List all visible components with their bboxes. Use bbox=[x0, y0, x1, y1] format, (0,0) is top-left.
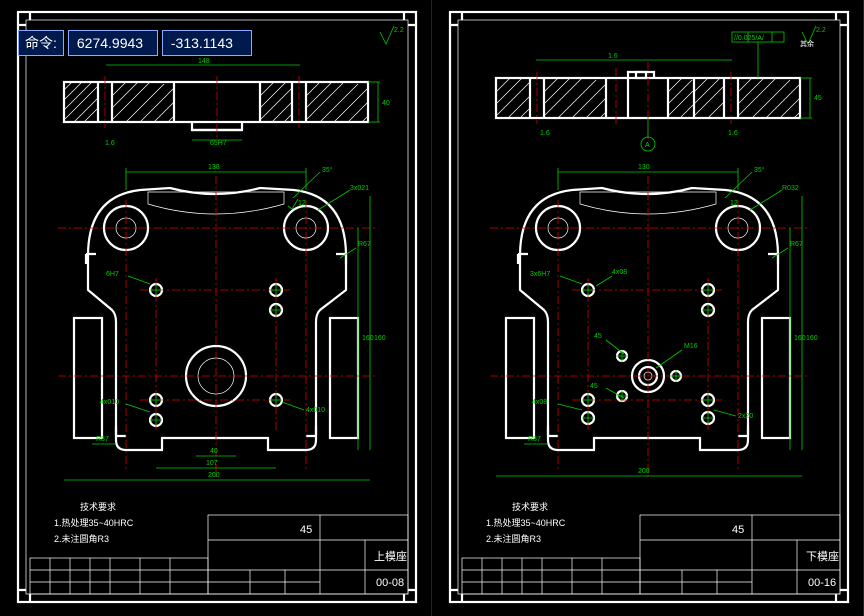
svg-text:1.6: 1.6 bbox=[608, 53, 618, 60]
svg-text:12: 12 bbox=[730, 200, 738, 207]
dim-40: 40 bbox=[210, 448, 218, 455]
tb-material: 45 bbox=[300, 524, 312, 536]
dim-hole: 3x021 bbox=[350, 185, 369, 192]
dim-s1: 1.6 bbox=[105, 140, 115, 147]
sf-1: 12 bbox=[298, 200, 306, 207]
dim-200r: 200 bbox=[638, 468, 650, 475]
sheet-upper-die-base: 40 2.2 1.6 148 65H7 bbox=[0, 0, 432, 616]
drawing-sheets: 40 2.2 1.6 148 65H7 bbox=[0, 0, 864, 616]
tb-partname: 上模座 bbox=[374, 549, 407, 563]
notes-head: 技术要求 bbox=[80, 501, 116, 512]
cmd-label: 命令: bbox=[18, 30, 64, 56]
tb-partcode-r: 00-16 bbox=[808, 577, 836, 589]
dim-2x20: 2x20 bbox=[738, 413, 753, 420]
dim-r67: R67 bbox=[358, 241, 371, 248]
dim-top-w: 148 bbox=[198, 58, 210, 65]
notes-head-r: 技术要求 bbox=[512, 501, 548, 512]
dim-3xh7: 3x6H7 bbox=[530, 271, 550, 278]
dim-r032: R032 bbox=[782, 185, 799, 192]
sf-right: 2.2 bbox=[816, 27, 826, 34]
note2: 2.未注圆角R3 bbox=[54, 533, 109, 544]
dim-section-h: 40 bbox=[382, 100, 390, 107]
coord-y-input[interactable] bbox=[162, 30, 252, 56]
dim-top-b: 65H7 bbox=[210, 140, 227, 147]
dim-h: 160 bbox=[374, 335, 386, 342]
tb-material-r: 45 bbox=[732, 524, 744, 536]
sf-a: 1.6 bbox=[540, 130, 550, 137]
tb-partcode: 00-08 bbox=[376, 577, 404, 589]
left-drawing: 40 2.2 1.6 148 65H7 bbox=[0, 0, 432, 616]
note-qita: 其余 bbox=[800, 39, 814, 48]
dim-4x08b: 4x08 bbox=[612, 269, 627, 276]
dim-r87: R87 bbox=[96, 436, 109, 443]
dim-200: 200 bbox=[208, 472, 220, 479]
coord-x-input[interactable] bbox=[68, 30, 158, 56]
dim-plan-w: 138 bbox=[208, 164, 220, 171]
right-drawing: 45 //0.025/A/ 2.2 其余 A 1.6 1.6 1.6 bbox=[432, 0, 864, 616]
tech-notes: 技术要求 1.热处理35~40HRC 2.未注圆角R3 bbox=[54, 501, 134, 544]
dim-107: 107 bbox=[206, 460, 218, 467]
note2-r: 2.未注圆角R3 bbox=[486, 533, 541, 544]
tech-notes: 技术要求 1.热处理35~40HRC 2.未注圆角R3 bbox=[486, 501, 566, 544]
tb-partname-r: 下模座 bbox=[806, 549, 839, 563]
dim-r67r: R67 bbox=[790, 241, 803, 248]
dim-w: 130 bbox=[638, 164, 650, 171]
section-view: 45 //0.025/A/ 2.2 其余 A 1.6 1.6 1.6 bbox=[496, 26, 826, 151]
dim-r87r: R87 bbox=[528, 436, 541, 443]
dim-45: 45 bbox=[594, 333, 602, 340]
dim-hr: 160 bbox=[806, 335, 818, 342]
gd-t: //0.025/A/ bbox=[734, 35, 764, 42]
svg-text:45: 45 bbox=[814, 95, 822, 102]
dim-h2: 160 bbox=[362, 335, 374, 342]
sheet-lower-die-base: 45 //0.025/A/ 2.2 其余 A 1.6 1.6 1.6 bbox=[432, 0, 864, 616]
svg-text:45: 45 bbox=[590, 383, 598, 390]
dim-d1: 4x010 bbox=[100, 399, 119, 406]
dim-4x08: 4x08 bbox=[532, 399, 547, 406]
sf-top: 2.2 bbox=[394, 27, 404, 34]
command-bar: 命令: bbox=[18, 30, 252, 56]
dim-d2: 4x010 bbox=[306, 407, 325, 414]
note1: 1.热处理35~40HRC bbox=[54, 517, 134, 528]
plan-view: 138 35° 3x021 12 200 107 40 R87 160 bbox=[58, 164, 386, 480]
dim-ang: 35° bbox=[322, 166, 333, 174]
note1-r: 1.热处理35~40HRC bbox=[486, 517, 566, 528]
dim-h2r: 160 bbox=[794, 335, 806, 342]
dim-4x: 6H7 bbox=[106, 271, 119, 278]
plan-view: 130 35° R032 12 3x6H7 4x08 2x20 M16 45 4… bbox=[490, 164, 818, 478]
datum-a: A bbox=[645, 142, 650, 149]
sf-b: 1.6 bbox=[728, 130, 738, 137]
dim-35: 35° bbox=[754, 166, 765, 174]
dim-m16: M16 bbox=[684, 343, 698, 350]
